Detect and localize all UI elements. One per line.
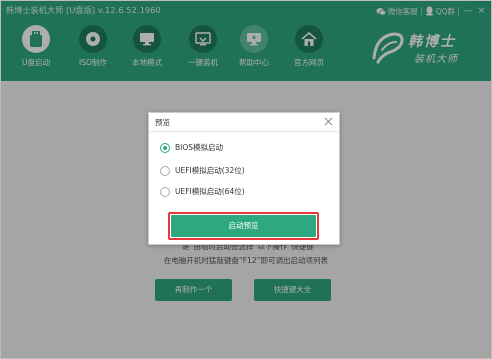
option-bios[interactable]: BIOS模拟启动	[160, 142, 223, 153]
app-window: 韩博士装机大师 [U盘版] v.12.6.52.1960 微信客服 QQ群 — …	[0, 0, 492, 359]
dialog-title: 预览	[155, 118, 170, 127]
option-uefi-64[interactable]: UEFI模拟启动(64位)	[160, 186, 245, 197]
close-icon[interactable]	[321, 114, 335, 128]
radio-uefi-32[interactable]	[160, 165, 170, 176]
radio-bios[interactable]	[160, 142, 170, 153]
option-label: UEFI模拟启动(32位)	[175, 166, 245, 175]
dialog-header: 预览	[149, 113, 339, 132]
preview-dialog: 预览 BIOS模拟启动 UEFI模拟启动(32位) UEFI模拟启动(64位) …	[148, 112, 340, 245]
start-preview-button[interactable]: 启动预览	[171, 215, 316, 237]
option-label: UEFI模拟启动(64位)	[175, 187, 245, 196]
option-label: BIOS模拟启动	[175, 143, 224, 152]
radio-uefi-64[interactable]	[160, 186, 170, 197]
option-uefi-32[interactable]: UEFI模拟启动(32位)	[160, 165, 245, 176]
